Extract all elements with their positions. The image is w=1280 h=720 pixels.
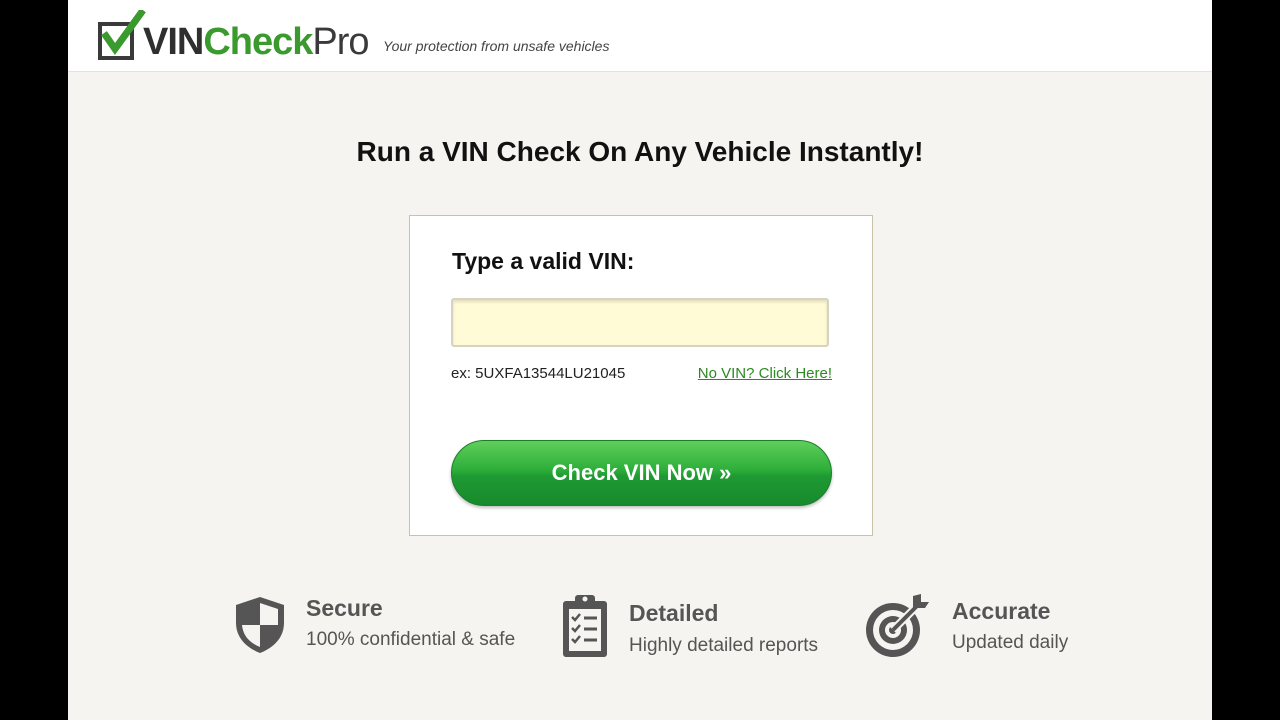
logo-text-pro: Pro [312, 21, 369, 63]
feature-secure: Secure 100% confidential & safe [233, 593, 533, 663]
clipboard-checklist-icon [563, 595, 607, 657]
feature-subtitle: Highly detailed reports [629, 635, 819, 656]
logo-text-vin: VIN [143, 21, 204, 63]
vin-check-form: Type a valid VIN: ex: 5UXFA13544LU21045 … [409, 215, 873, 536]
checkmark-logo-icon [98, 10, 146, 60]
target-icon [866, 594, 929, 657]
logo-text-check: Check [203, 21, 313, 63]
vin-example-text: ex: 5UXFA13544LU21045 [451, 365, 626, 382]
feature-title: Accurate [952, 598, 1051, 624]
tagline: Your protection from unsafe vehicles [383, 38, 610, 54]
feature-subtitle: Updated daily [952, 632, 1069, 653]
feature-title: Secure [306, 595, 383, 621]
check-vin-button[interactable]: Check VIN Now » [451, 440, 832, 506]
logo-wordmark: VINCheckPro [143, 21, 370, 63]
feature-accurate: Accurate Updated daily [863, 592, 1183, 662]
feature-detailed: Detailed Highly detailed reports [560, 592, 860, 662]
no-vin-link[interactable]: No VIN? Click Here! [698, 365, 832, 382]
page: VINCheckPro Your protection from unsafe … [68, 0, 1212, 720]
vin-input[interactable] [451, 298, 829, 347]
page-headline: Run a VIN Check On Any Vehicle Instantly… [356, 136, 924, 167]
site-header: VINCheckPro Your protection from unsafe … [68, 0, 1212, 72]
feature-subtitle: 100% confidential & safe [306, 629, 516, 650]
feature-title: Detailed [629, 600, 719, 626]
shield-icon [236, 597, 284, 653]
vin-input-label: Type a valid VIN: [452, 248, 635, 274]
